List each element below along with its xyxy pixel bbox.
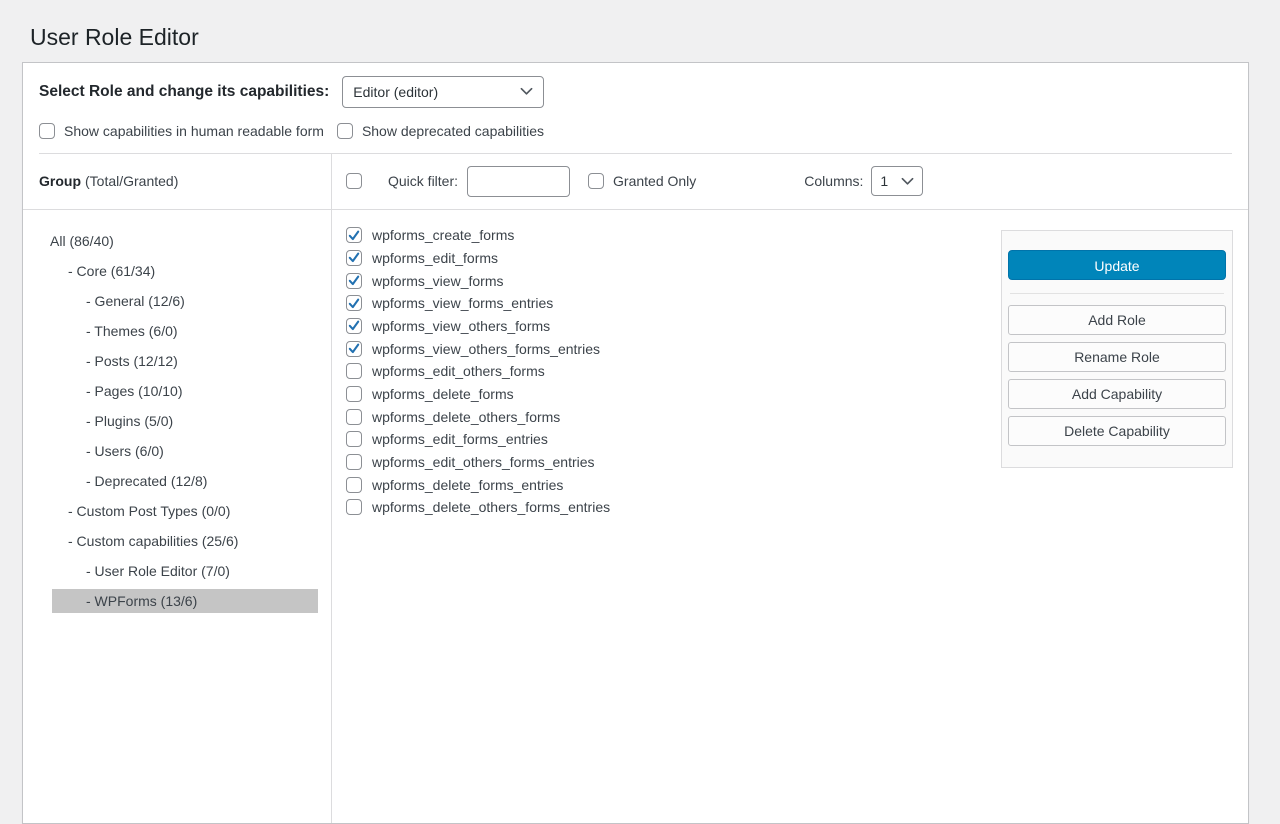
capability-checkbox[interactable]	[346, 250, 362, 266]
capability-checkbox[interactable]	[346, 363, 362, 379]
capability-checkbox[interactable]	[346, 295, 362, 311]
group-tree-item-label: - User Role Editor (7/0)	[23, 563, 230, 579]
group-tree-item[interactable]: - Deprecated (12/8)	[23, 466, 331, 496]
capability-label: wpforms_edit_forms	[372, 250, 498, 266]
group-tree-item[interactable]: - Pages (10/10)	[23, 376, 331, 406]
chevron-down-icon	[901, 177, 914, 186]
capability-checkbox[interactable]	[346, 273, 362, 289]
capability-label: wpforms_edit_forms_entries	[372, 431, 548, 447]
role-select-row: Select Role and change its capabilities:…	[23, 63, 1248, 108]
capability-checkbox[interactable]	[346, 454, 362, 470]
columns-label: Columns:	[804, 173, 863, 189]
group-tree-item-label: - Themes (6/0)	[23, 323, 178, 339]
filter-bar: Quick filter: Granted Only Columns: 1	[332, 154, 1248, 209]
capability-label: wpforms_view_others_forms_entries	[372, 341, 600, 357]
capability-label: wpforms_create_forms	[372, 227, 514, 243]
list-header-row: Group (Total/Granted) Quick filter: Gran…	[23, 154, 1248, 210]
group-tree-item-label: - Users (6/0)	[23, 443, 164, 459]
capability-label: wpforms_view_others_forms	[372, 318, 550, 334]
display-options-row: Show capabilities in human readable form…	[23, 108, 1248, 139]
user-role-editor-panel: Select Role and change its capabilities:…	[22, 62, 1249, 824]
group-tree-item-label: - Custom Post Types (0/0)	[23, 503, 230, 519]
chevron-down-icon	[520, 87, 533, 96]
group-tree-item[interactable]: - Posts (12/12)	[23, 346, 331, 376]
role-select-value: Editor (editor)	[353, 84, 438, 100]
capability-checkbox[interactable]	[346, 499, 362, 515]
group-tree-item-label: - Custom capabilities (25/6)	[23, 533, 238, 549]
group-header-subtitle: (Total/Granted)	[85, 173, 178, 189]
human-readable-label: Show capabilities in human readable form	[64, 123, 324, 139]
capability-checkbox[interactable]	[346, 341, 362, 357]
columns-select-value: 1	[880, 173, 888, 189]
group-tree-item[interactable]: - Users (6/0)	[23, 436, 331, 466]
capability-checkbox[interactable]	[346, 431, 362, 447]
group-tree-item-label: - Plugins (5/0)	[23, 413, 173, 429]
capability-label: wpforms_delete_forms	[372, 386, 514, 402]
quick-filter-label: Quick filter:	[388, 173, 458, 189]
capability-label: wpforms_view_forms_entries	[372, 295, 553, 311]
group-tree-item-label: - Pages (10/10)	[23, 383, 183, 399]
deprecated-option: Show deprecated capabilities	[337, 123, 544, 139]
capability-label: wpforms_delete_others_forms_entries	[372, 499, 610, 515]
group-tree-item[interactable]: - Custom Post Types (0/0)	[23, 496, 331, 526]
granted-only-label: Granted Only	[613, 173, 696, 189]
page-title: User Role Editor	[0, 0, 1280, 53]
group-header: Group (Total/Granted)	[23, 154, 332, 209]
capability-row: wpforms_delete_others_forms_entries	[346, 496, 1248, 519]
content-row: All (86/40) - Core (61/34) - General (12/6…	[23, 210, 1248, 823]
group-tree-item-label: - Core (61/34)	[23, 263, 155, 279]
group-tree-item[interactable]: - WPForms (13/6)	[23, 586, 331, 616]
quick-filter-input[interactable]	[467, 166, 570, 197]
granted-only-checkbox[interactable]	[588, 173, 604, 189]
role-select[interactable]: Editor (editor)	[342, 76, 544, 108]
capability-checkbox[interactable]	[346, 386, 362, 402]
columns-select[interactable]: 1	[871, 166, 923, 196]
group-tree-item-label: - Posts (12/12)	[23, 353, 178, 369]
deprecated-checkbox[interactable]	[337, 123, 353, 139]
rename-role-button[interactable]: Rename Role	[1008, 342, 1226, 372]
group-tree-item[interactable]: - Plugins (5/0)	[23, 406, 331, 436]
group-tree-item[interactable]: - General (12/6)	[23, 286, 331, 316]
capability-label: wpforms_edit_others_forms_entries	[372, 454, 595, 470]
human-readable-option: Show capabilities in human readable form	[39, 123, 324, 139]
group-tree-item[interactable]: - Themes (6/0)	[23, 316, 331, 346]
select-all-checkbox[interactable]	[346, 173, 362, 189]
capability-label: wpforms_delete_others_forms	[372, 409, 560, 425]
group-tree-item-label: - Deprecated (12/8)	[23, 473, 207, 489]
actions-divider	[1010, 293, 1224, 294]
group-tree-item[interactable]: All (86/40)	[23, 226, 331, 256]
capability-checkbox[interactable]	[346, 227, 362, 243]
capability-checkbox[interactable]	[346, 409, 362, 425]
group-tree-item-label: - General (12/6)	[23, 293, 185, 309]
update-button[interactable]: Update	[1008, 250, 1226, 280]
delete-capability-button[interactable]: Delete Capability	[1008, 416, 1226, 446]
human-readable-checkbox[interactable]	[39, 123, 55, 139]
deprecated-label: Show deprecated capabilities	[362, 123, 544, 139]
group-tree-item[interactable]: - Core (61/34)	[23, 256, 331, 286]
group-tree-item-label: All (86/40)	[23, 233, 114, 249]
capability-label: wpforms_delete_forms_entries	[372, 477, 563, 493]
capability-label: wpforms_view_forms	[372, 273, 503, 289]
group-header-title: Group	[39, 173, 81, 189]
capabilities-area: wpforms_create_forms wpforms_edit_formswp…	[332, 210, 1248, 823]
capability-label: wpforms_edit_others_forms	[372, 363, 545, 379]
add-role-button[interactable]: Add Role	[1008, 305, 1226, 335]
group-tree-item-label: - WPForms (13/6)	[52, 589, 318, 613]
actions-panel: Update Add Role Rename Role Add Capabili…	[1001, 230, 1233, 468]
group-tree: All (86/40) - Core (61/34) - General (12/6…	[23, 210, 332, 823]
capability-checkbox[interactable]	[346, 318, 362, 334]
capability-row: wpforms_delete_forms_entries	[346, 473, 1248, 496]
add-capability-button[interactable]: Add Capability	[1008, 379, 1226, 409]
group-tree-item[interactable]: - User Role Editor (7/0)	[23, 556, 331, 586]
group-tree-item[interactable]: - Custom capabilities (25/6)	[23, 526, 331, 556]
capability-checkbox[interactable]	[346, 477, 362, 493]
role-select-label: Select Role and change its capabilities:	[39, 83, 329, 101]
